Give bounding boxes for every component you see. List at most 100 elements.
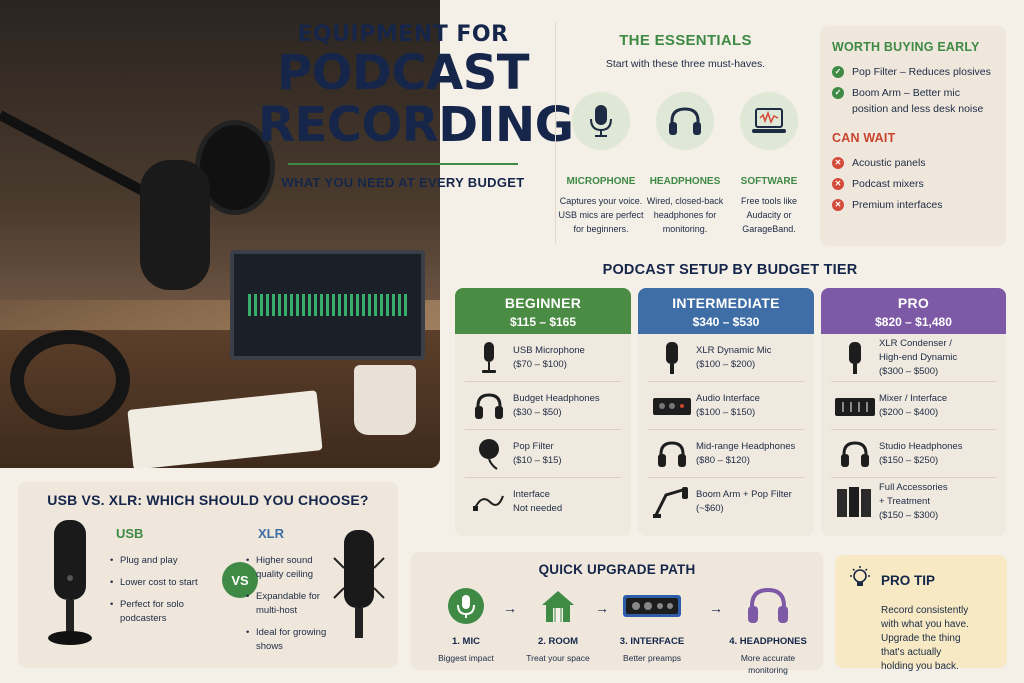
tip-line: holding you back. [881,661,959,672]
row-label: XLR Condenser / [879,337,952,349]
list-item: Plug and play [110,554,210,568]
usb-list: Plug and play Lower cost to start Perfec… [110,554,210,634]
step-name: 2. ROOM [537,636,579,647]
tier-name: PRO [897,295,930,311]
mixer-icon [831,386,879,426]
row-price: ($30 – $50) [513,406,562,418]
tier-row: Mid-range Headphones ($80 – $120) [648,430,804,478]
tip-line: with what you have. [881,619,969,630]
tier-row: XLR Dynamic Mic ($100 – $200) [648,334,804,382]
title-line-1: EQUIPMENT FOR [297,22,509,47]
desc-line: USB mics are perfect [558,210,644,220]
tip-line: Upgrade the thing [881,633,961,644]
essentials-subtitle: Start with these three must-haves. [605,58,766,70]
list-item: ✕ Podcast mixers [832,176,994,192]
desc-line: Biggest impact [438,653,494,663]
row-label: Interface [513,489,550,500]
can-wait-list: ✕ Acoustic panels ✕ Podcast mixers ✕ Premiu… [832,155,994,213]
tier-header: PRO $820 – $1,480 [821,288,1006,334]
upgrade-step-mic: 1. MIC Biggest impact [421,586,511,664]
row-price: ($70 – $100) [513,358,567,370]
essential-name: SOFTWARE [740,176,798,187]
tier-row: Full Accessories + Treatment ($150 – $300) [831,478,996,526]
row-price: (~$60) [696,503,724,514]
list-item: Lower cost to start [110,576,210,590]
row-price: ($10 – $15) [513,454,562,466]
step-desc: Biggest impact [421,652,511,664]
tier-price: $340 – $530 [692,315,760,329]
lightbulb-icon [847,565,873,596]
tier-pro: PRO $820 – $1,480 XLR Condenser / High-en… [821,288,1006,536]
headphones-icon [656,92,714,150]
upgrade-path-title: QUICK UPGRADE PATH [538,562,696,577]
list-item: Expandable for multi-host [246,590,332,618]
essential-desc: Captures your voice. USB mics are perfec… [558,194,644,236]
usb-mic-icon [465,338,513,378]
usb-vs-xlr-title: USB VS. XLR: WHICH SHOULD YOU CHOOSE? [47,492,369,508]
essential-desc: Free tools like Audacity or GarageBand. [726,194,812,236]
headphones-icon [831,434,879,474]
row-label: Full Accessories [879,482,948,493]
row-label: Mid-range Headphones [696,440,796,452]
audio-interface-icon [607,586,697,626]
list-item: ✕ Premium interfaces [832,197,994,213]
row-price: Not needed [513,503,563,514]
microphone-image [140,160,210,290]
microphone-icon [572,92,630,150]
item-text: Podcast mixers [852,178,924,190]
x-icon: ✕ [832,157,844,169]
desc-line: Treat your space [526,653,590,663]
list-item: Higher sound quality ceiling [246,554,332,582]
desc-line: More accurate [740,653,796,663]
row-label: Budget Headphones [513,392,600,404]
audio-interface-icon [648,386,696,426]
upgrade-step-interface: 3. INTERFACE Better preamps [607,586,697,664]
row-label: XLR Dynamic Mic [696,344,772,356]
tier-row: Interface Not needed [465,478,621,526]
headphones-icon [648,434,696,474]
row-label: Audio Interface [696,392,760,404]
xlr-mic-image [330,528,388,653]
row-price: ($100 – $200) [696,358,756,370]
xlr-list: Higher sound quality ceiling Expandable … [246,554,332,662]
essential-name: MICROPHONE [566,176,636,187]
step-desc: More accurate monitoring [723,652,813,676]
desc-line: Wired, closed-back [646,196,724,206]
title-divider [288,163,518,165]
x-icon: ✕ [832,178,844,190]
step-desc: Treat your space [513,652,603,664]
row-label: High-end Dynamic [879,351,958,363]
laptop-waveform-icon [740,92,798,150]
list-item: ✓ Boom Arm – Better mic position and less… [832,85,994,117]
upgrade-step-room: 2. ROOM Treat your space [513,586,603,664]
worth-buying-title: WORTH BUYING EARLY [832,40,980,54]
title-subtitle: WHAT YOU NEED AT EVERY BUDGET [281,175,525,190]
step-name: 4. HEADPHONES [729,636,807,647]
check-icon: ✓ [832,66,844,78]
waveform [248,294,407,316]
pop-filter-icon [465,434,513,474]
desc-line: monitoring [748,665,788,675]
tier-row: XLR Condenser / High-end Dynamic ($300 – $… [831,334,996,382]
desc-line: for beginners. [573,224,629,234]
desc-line: Audacity or [746,210,792,220]
row-label: Boom Arm + Pop Filter [696,489,792,500]
laptop-image [230,250,425,360]
desc-line: headphones for [653,210,717,220]
list-item: ✕ Acoustic panels [832,155,994,171]
list-item: ✓ Pop Filter – Reduces plosives [832,64,994,80]
check-icon: ✓ [832,87,844,99]
acoustic-panels-icon [831,482,879,522]
item-text: Pop Filter – Reduces plosives [852,66,991,78]
tier-row: USB Microphone ($70 – $100) [465,334,621,382]
row-price: ($150 – $300) [879,510,939,521]
row-label: Studio Headphones [879,440,963,452]
usb-mic-image [46,518,96,653]
pro-tip-text: Record consistently with what you have. … [881,604,995,674]
pro-tip-header: PRO TIP [847,565,995,596]
tier-price: $115 – $165 [509,315,577,329]
desc-line: Free tools like [740,196,798,206]
title-line-3: RECORDING [258,97,574,153]
row-price: ($200 – $400) [879,406,939,418]
desc-line: Captures your voice. [559,196,643,206]
